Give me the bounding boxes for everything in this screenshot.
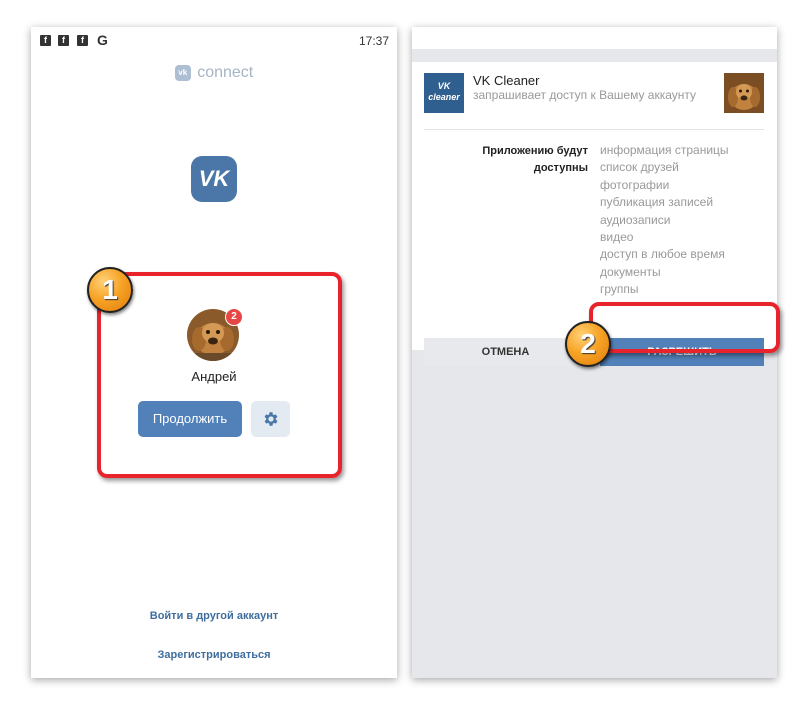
permission-item: документы: [600, 264, 661, 279]
permission-item: группы: [600, 282, 639, 297]
vk-connect-logo: vk connect: [31, 64, 397, 82]
status-time: 17:37: [358, 34, 389, 48]
vk-app-logo: VK: [191, 156, 237, 202]
app-name: VK Cleaner: [473, 73, 540, 88]
permission-item: аудиозаписи: [600, 212, 671, 227]
step-number-2: 2: [565, 321, 611, 367]
user-thumbnail: [724, 73, 764, 113]
permission-item: доступ в любое время: [600, 247, 725, 262]
permissions-list: информация страницы список друзей фотогр…: [600, 142, 729, 299]
app-icon: VK cleaner: [424, 73, 464, 113]
register-link[interactable]: Зарегистрироваться: [31, 649, 397, 661]
highlight-frame-1: [97, 272, 342, 478]
connect-logo-text: connect: [197, 64, 254, 81]
facebook-icon: f: [58, 35, 69, 46]
permission-item: публикация записей: [600, 195, 714, 210]
highlight-frame-2: [589, 302, 780, 353]
status-bar: f f f G 17:37: [31, 27, 397, 55]
request-text: запрашивает доступ к Вашему аккаунту: [473, 88, 697, 102]
google-icon: G: [97, 32, 108, 48]
permission-item: список друзей: [600, 160, 679, 175]
facebook-icon: f: [40, 35, 51, 46]
cancel-button[interactable]: ОТМЕНА: [424, 338, 587, 366]
permissions-label: Приложению будут доступны: [482, 145, 588, 174]
permission-item: видео: [600, 230, 634, 245]
facebook-icon: f: [77, 35, 88, 46]
login-other-account-link[interactable]: Войти в другой аккаунт: [31, 610, 397, 622]
permission-item: фотографии: [600, 177, 670, 192]
vk-logo-icon: vk: [174, 65, 191, 81]
divider: [424, 129, 764, 130]
top-bar: [412, 27, 777, 49]
dog-photo-image: [724, 73, 764, 113]
permission-item: информация страницы: [600, 143, 729, 157]
step-number-1: 1: [87, 267, 133, 313]
